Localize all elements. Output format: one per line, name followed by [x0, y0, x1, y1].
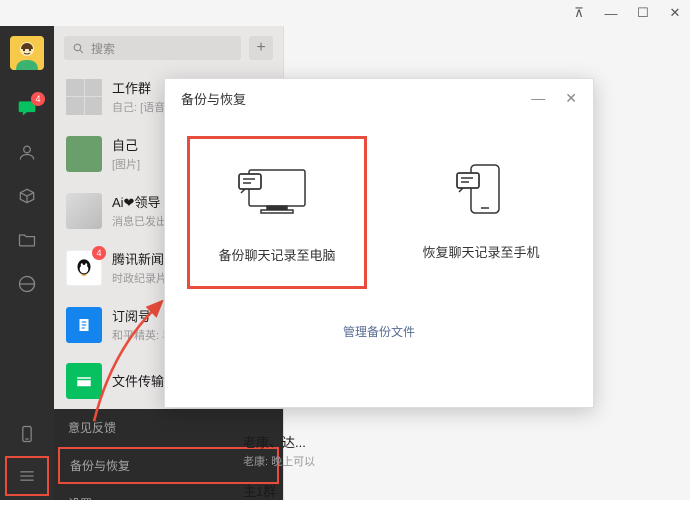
chat-avatar: [66, 363, 102, 399]
backup-to-computer-option[interactable]: 备份聊天记录至电脑: [187, 136, 367, 289]
chat-avatar: [66, 136, 102, 172]
search-placeholder: 搜索: [91, 40, 115, 57]
folder-icon[interactable]: [15, 228, 39, 252]
backup-restore-dialog: 备份与恢复 — ✕ 备份聊天记录至电脑 恢复聊天记录至手机 管理备份文件: [164, 78, 594, 408]
menu-icon[interactable]: [15, 464, 39, 488]
minimize-icon[interactable]: —: [604, 6, 618, 21]
restore-to-phone-option[interactable]: 恢复聊天记录至手机: [391, 136, 571, 289]
restore-option-label: 恢复聊天记录至手机: [397, 242, 565, 261]
chat-icon[interactable]: 4: [15, 96, 39, 120]
chat-name: 老康、达...: [243, 432, 353, 451]
chat-avatar: [66, 79, 102, 115]
moments-icon[interactable]: [15, 272, 39, 296]
chat-name: 主1群: [243, 481, 353, 500]
chat-preview: 老康: 晚上可以: [243, 453, 353, 469]
pin-icon[interactable]: ⊼: [572, 5, 586, 21]
backup-option-label: 备份聊天记录至电脑: [196, 245, 358, 264]
dialog-close-icon[interactable]: ✕: [565, 90, 577, 107]
phone-restore-icon: [397, 154, 565, 224]
chat-badge: 4: [31, 92, 45, 106]
favorites-icon[interactable]: [15, 184, 39, 208]
menu-button-highlighted: [5, 456, 49, 496]
user-avatar[interactable]: [10, 36, 44, 70]
computer-icon: [196, 157, 358, 227]
chat-avatar: [66, 307, 102, 343]
contacts-icon[interactable]: [15, 140, 39, 164]
manage-backups-link[interactable]: 管理备份文件: [165, 323, 593, 340]
maximize-icon[interactable]: ☐: [636, 5, 650, 21]
dialog-title: 备份与恢复: [181, 89, 246, 108]
search-icon: [72, 42, 85, 55]
chat-avatar: 4: [66, 250, 102, 286]
add-button[interactable]: +: [249, 36, 273, 60]
left-nav-bar: 4: [0, 26, 54, 500]
dialog-minimize-icon[interactable]: —: [531, 90, 545, 107]
search-input[interactable]: 搜索: [64, 36, 241, 60]
phone-icon[interactable]: [15, 422, 39, 446]
news-badge: 4: [92, 246, 106, 260]
close-icon[interactable]: ✕: [668, 5, 682, 21]
window-title-bar: ⊼ — ☐ ✕: [0, 0, 690, 26]
chat-avatar: [66, 193, 102, 229]
